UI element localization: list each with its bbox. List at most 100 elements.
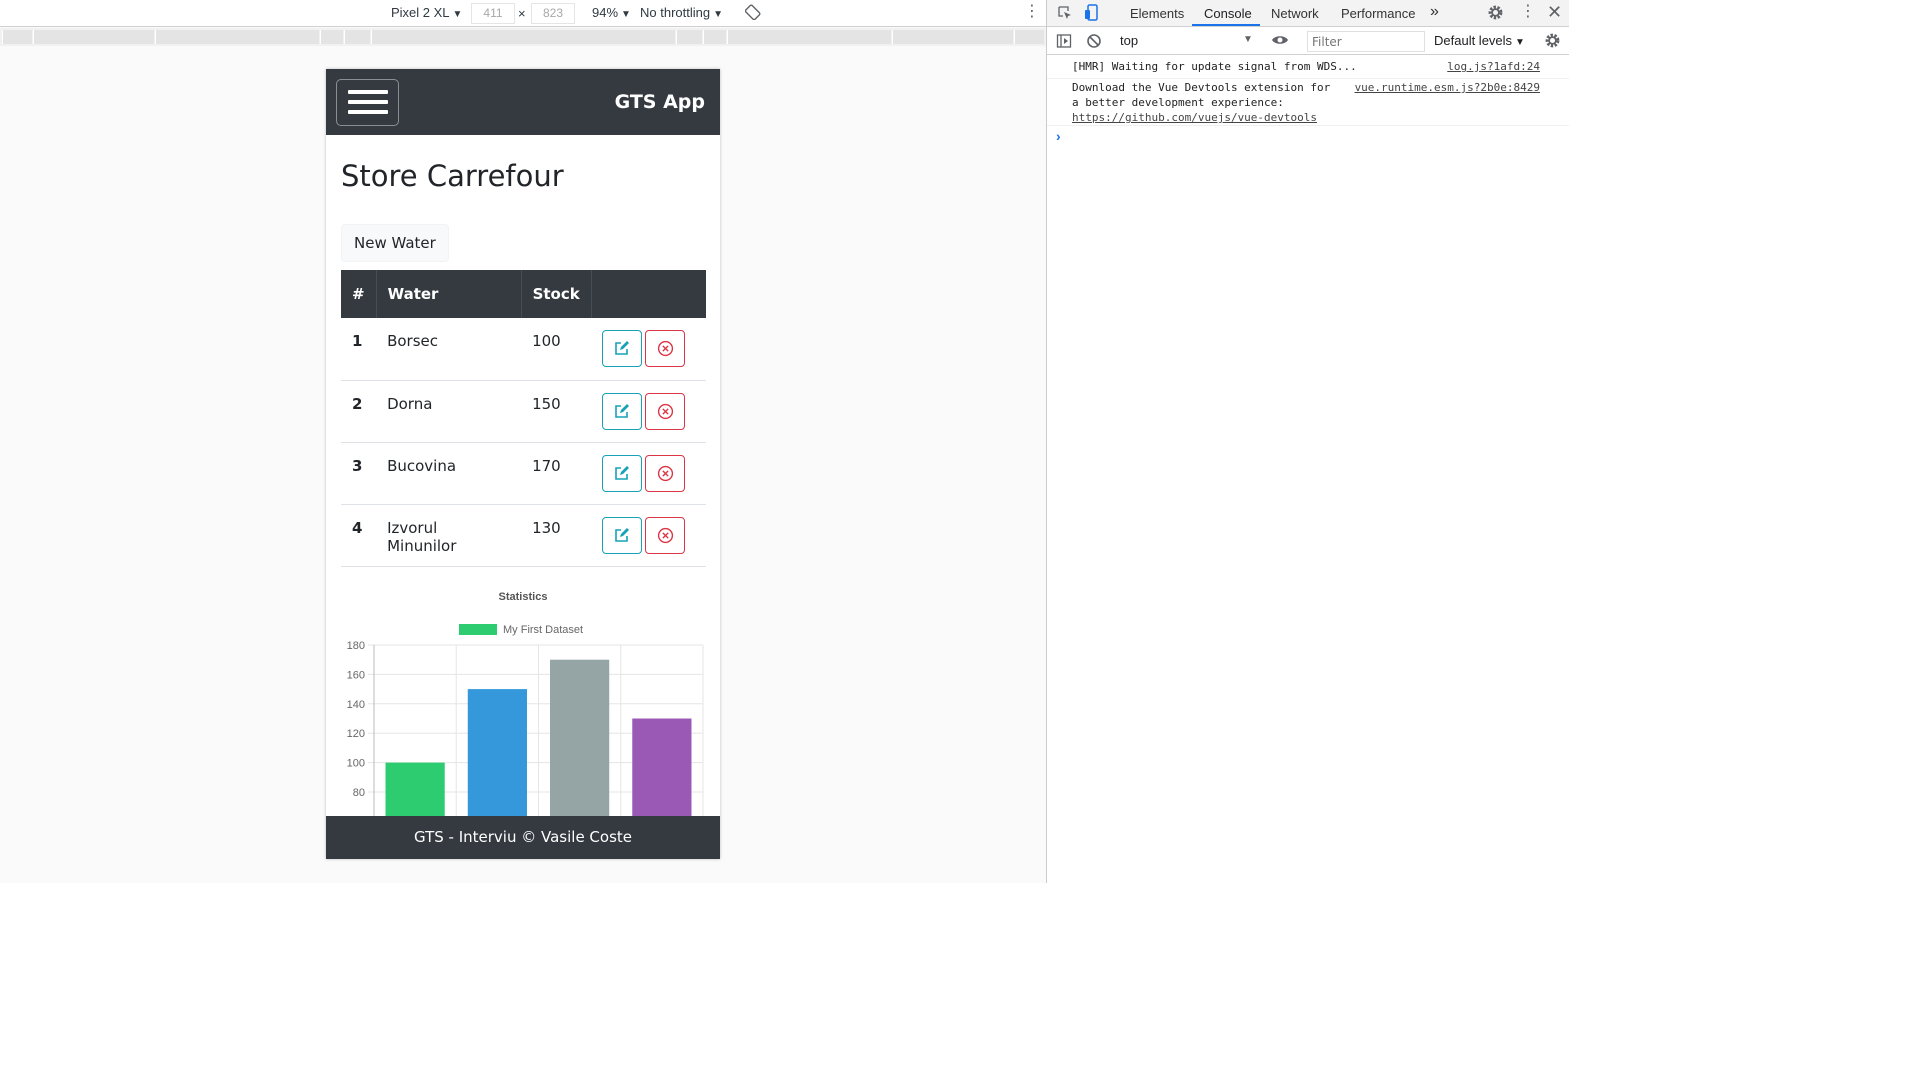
more-tabs-button[interactable]: » <box>1430 3 1439 21</box>
table-row: 2 Dorna 150 <box>341 380 706 443</box>
tab-performance[interactable]: Performance <box>1341 6 1415 21</box>
live-expression-eye-icon[interactable] <box>1271 32 1289 51</box>
water-stock: 130 <box>521 504 592 567</box>
console-source-link[interactable]: vue.runtime.esm.js?2b0e:8429 <box>1355 80 1540 95</box>
water-stock: 100 <box>521 318 592 381</box>
device-select[interactable]: Pixel 2 XL ▼ <box>391 5 462 20</box>
y-tick-label: 80 <box>353 787 365 799</box>
device-toggle-icon[interactable] <box>1084 4 1100 25</box>
new-water-button[interactable]: New Water <box>341 224 449 262</box>
height-input[interactable]: 823 <box>531 3 575 24</box>
console-message: Download the Vue Devtools extension for … <box>1047 80 1569 126</box>
edit-button[interactable] <box>602 330 643 367</box>
media-query-bar[interactable] <box>0 28 1046 46</box>
bar-izvorul-minunilor <box>632 718 692 841</box>
row-number: 2 <box>341 380 377 443</box>
media-segment[interactable] <box>155 30 319 44</box>
water-table: # Water Stock 1 Borsec 100 2 Dorna 150 3 Bucovi… <box>341 270 706 567</box>
hamburger-menu-button[interactable] <box>336 79 399 126</box>
column-header-number: # <box>341 270 377 318</box>
page-title: Store Carrefour <box>341 159 564 193</box>
show-sidebar-icon[interactable] <box>1056 33 1072 52</box>
table-row: 4 Izvorul Minunilor 130 <box>341 504 706 567</box>
table-row: 1 Borsec 100 <box>341 318 706 381</box>
column-header-stock: Stock <box>521 270 592 318</box>
app-brand[interactable]: GTS App <box>615 91 705 113</box>
water-name: Bucovina <box>376 442 522 505</box>
delete-button[interactable] <box>645 454 686 492</box>
more-options-icon[interactable]: ⋮ <box>1024 4 1040 20</box>
close-icon[interactable]: ✕ <box>1547 1 1562 23</box>
water-name: Izvorul Minunilor <box>376 504 522 567</box>
tab-elements[interactable]: Elements <box>1130 6 1184 21</box>
water-name: Borsec <box>376 318 522 381</box>
column-header-actions <box>591 270 706 318</box>
bar-borsec <box>385 762 445 841</box>
context-select[interactable]: top <box>1120 33 1138 48</box>
media-segment[interactable] <box>344 30 370 44</box>
bar-dorna <box>467 689 527 841</box>
water-stock: 150 <box>521 380 592 443</box>
media-segment[interactable] <box>676 30 702 44</box>
zoom-select[interactable]: 94% ▼ <box>592 5 631 20</box>
y-tick-label: 100 <box>347 758 365 770</box>
media-segment[interactable] <box>2 30 32 44</box>
dropdown-caret-icon: ▼ <box>1515 37 1525 48</box>
row-actions <box>591 380 706 443</box>
media-segment[interactable] <box>1014 30 1044 44</box>
rotate-icon[interactable] <box>744 4 761 23</box>
hamburger-line <box>348 100 388 104</box>
clear-console-icon[interactable] <box>1086 33 1102 52</box>
console-settings-gear-icon[interactable] <box>1544 32 1561 52</box>
inspect-element-icon[interactable] <box>1057 5 1073 24</box>
media-segment[interactable] <box>703 30 726 44</box>
bar-bucovina <box>550 659 610 841</box>
delete-button[interactable] <box>645 330 686 367</box>
active-tab-indicator <box>1192 24 1260 26</box>
table-header-row: # Water Stock <box>341 270 706 318</box>
media-segment[interactable] <box>892 30 1013 44</box>
console-message-text: a better development experience: <box>1072 96 1284 109</box>
filter-input[interactable] <box>1307 31 1425 52</box>
column-header-water: Water <box>376 270 522 318</box>
hamburger-line <box>348 90 388 94</box>
dropdown-caret-icon: ▼ <box>621 9 631 20</box>
tab-network[interactable]: Network <box>1271 6 1319 21</box>
media-segment[interactable] <box>371 30 675 44</box>
console-message-link[interactable]: https://github.com/vuejs/vue-devtools <box>1072 110 1317 125</box>
zoom-label: 94% <box>592 5 619 20</box>
console-message: [HMR] Waiting for update signal from WDS… <box>1047 59 1569 79</box>
dropdown-caret-icon: ▼ <box>713 9 723 20</box>
device-label: Pixel 2 XL <box>391 5 450 20</box>
delete-button[interactable] <box>645 392 686 430</box>
devtools-panel: Elements Console Network Performance » ⋮… <box>1046 0 1569 883</box>
tab-console[interactable]: Console <box>1204 6 1252 21</box>
log-levels-select[interactable]: Default levels ▼ <box>1434 33 1525 48</box>
legend-swatch <box>459 624 497 635</box>
width-input[interactable]: 411 <box>471 3 515 24</box>
media-segment[interactable] <box>727 30 891 44</box>
edit-button[interactable] <box>602 392 643 430</box>
row-number: 4 <box>341 504 377 567</box>
console-prompt[interactable]: › <box>1056 128 1061 144</box>
throttling-select[interactable]: No throttling ▼ <box>640 5 723 20</box>
devtools-tabbar: Elements Console Network Performance » ⋮… <box>1047 0 1569 27</box>
y-tick-label: 180 <box>347 640 365 652</box>
edit-button[interactable] <box>602 516 643 554</box>
console-source-link[interactable]: log.js?1afd:24 <box>1447 59 1540 74</box>
y-tick-label: 160 <box>347 669 365 681</box>
context-dropdown-icon[interactable]: ▼ <box>1243 34 1253 45</box>
dimension-separator: × <box>518 6 526 21</box>
customize-menu-icon[interactable]: ⋮ <box>1520 3 1536 21</box>
legend-label: My First Dataset <box>503 624 583 636</box>
edit-button[interactable] <box>602 454 643 492</box>
media-segment[interactable] <box>33 30 154 44</box>
settings-gear-icon[interactable] <box>1487 4 1504 24</box>
row-actions <box>591 318 706 381</box>
chart-svg: Statistics My First Dataset 180 160 140 120 10… <box>347 591 704 841</box>
device-toolbar: Pixel 2 XL ▼ 411 × 823 94% ▼ No throttling… <box>0 0 1046 27</box>
statistics-chart: Statistics My First Dataset 180 160 140 120 10… <box>326 581 720 841</box>
media-segment[interactable] <box>320 30 343 44</box>
delete-button[interactable] <box>645 516 686 554</box>
log-levels-label: Default levels <box>1434 33 1513 48</box>
